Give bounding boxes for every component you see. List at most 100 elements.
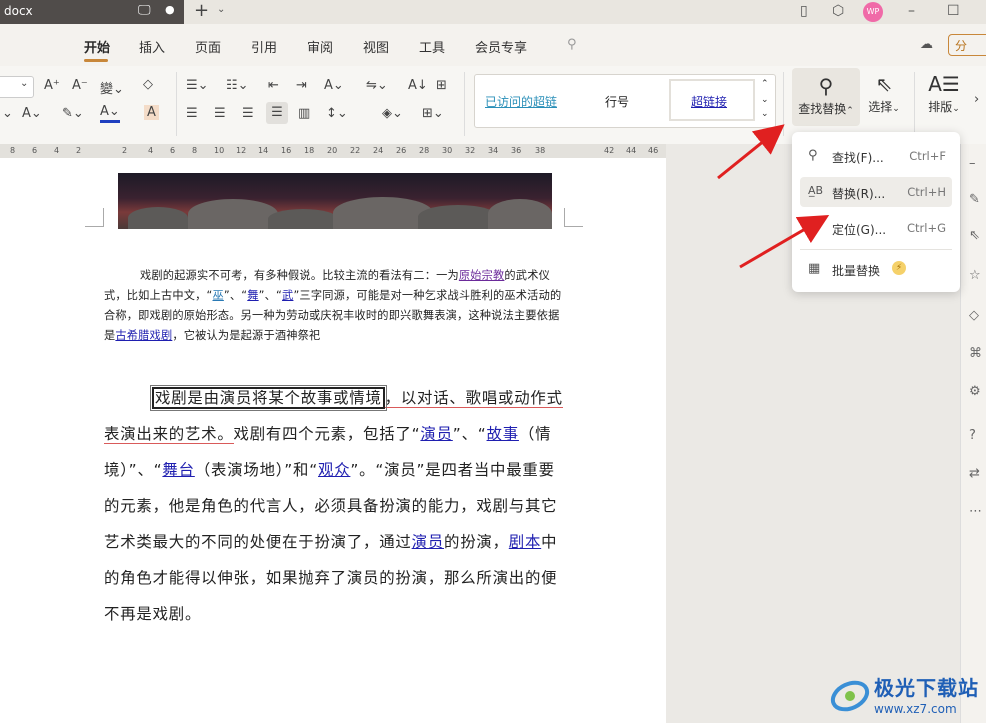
- ruler[interactable]: 8 6 4 2 2 4 6 8 10 12 14 16 18 20 22 24 26 28 30 32 34 36 38 42…: [0, 144, 666, 158]
- scroll-up-icon[interactable]: ⌃: [761, 79, 769, 89]
- cloud-icon[interactable]: ☁: [920, 37, 933, 52]
- numbered-list-icon[interactable]: ☷⌄: [226, 78, 249, 93]
- scroll-down-icon[interactable]: ⌄: [761, 95, 769, 105]
- style-gallery[interactable]: 已访问的超链 行号 超链接 ⌃ ⌄ ⌄: [474, 74, 776, 128]
- justify-icon[interactable]: ☰: [266, 102, 288, 124]
- ruler-tick: 18: [304, 146, 315, 155]
- document-tab[interactable]: docx 🖵 ●: [0, 0, 184, 24]
- highlight-icon[interactable]: ✎⌄: [62, 106, 84, 121]
- find-replace-button[interactable]: ⚲ 查找替换⌃: [792, 68, 860, 126]
- link-actor[interactable]: 演员: [420, 425, 452, 443]
- text-effect-a-icon[interactable]: A⌄: [22, 106, 42, 121]
- replace-icon: A̲B: [808, 184, 824, 197]
- increase-indent-icon[interactable]: ⇥: [296, 78, 307, 93]
- link-audience[interactable]: 观众: [318, 461, 350, 479]
- menu-item-shortcut: Ctrl+F: [909, 149, 946, 163]
- more-icon[interactable]: ⋯: [969, 504, 982, 519]
- settings-icon[interactable]: ⚙: [969, 384, 981, 399]
- link-actor-2[interactable]: 演员: [412, 533, 444, 551]
- minimize-icon[interactable]: –: [908, 3, 915, 19]
- star-icon[interactable]: ☆: [969, 268, 981, 283]
- help-icon[interactable]: ?: [969, 428, 976, 443]
- cube-icon[interactable]: ⬡: [832, 3, 844, 19]
- link-greek-drama[interactable]: 古希腊戏剧: [115, 329, 172, 342]
- shrink-font-icon[interactable]: A⁻: [72, 78, 88, 93]
- menu-item-goto[interactable]: ◌ 定位(G)... Ctrl+G: [800, 213, 952, 243]
- tab-home[interactable]: 开始: [84, 37, 110, 56]
- menu-item-find[interactable]: ⚲ 查找(F)... Ctrl+F: [800, 141, 952, 171]
- tab-reference[interactable]: 引用: [251, 37, 277, 56]
- avatar[interactable]: WP: [863, 2, 883, 22]
- chevron-down-icon[interactable]: ⌄: [217, 4, 225, 15]
- paragraph-origin[interactable]: 戏剧的起源实不可考，有多种假说。比较主流的看法有二：一为原始宗教的武术仪式，比如…: [104, 266, 564, 346]
- line-spacing-icon[interactable]: ↕⌄: [326, 106, 348, 121]
- monitor-icon[interactable]: 🖵: [138, 3, 151, 18]
- shading-icon[interactable]: ◈⌄: [382, 106, 403, 121]
- separator: [914, 72, 915, 136]
- new-tab-button[interactable]: +: [194, 0, 209, 21]
- select-button[interactable]: ⇖ 选择⌄: [864, 70, 904, 115]
- style-visited-link[interactable]: 已访问的超链: [485, 93, 557, 110]
- ruler-tick: 6: [32, 146, 38, 155]
- layout-icon[interactable]: ▯: [800, 3, 808, 19]
- text-direction-icon[interactable]: A⌄: [324, 78, 344, 93]
- share-button[interactable]: 分: [948, 34, 986, 56]
- text-effect-icon[interactable]: ⌄: [2, 106, 13, 121]
- minus-icon[interactable]: –: [969, 156, 976, 171]
- menu-item-batch-replace[interactable]: ▦ 批量替换 ⚡: [800, 254, 952, 284]
- distribute-icon[interactable]: ▥: [298, 106, 310, 121]
- tab-insert[interactable]: 插入: [139, 37, 165, 56]
- show-marks-icon[interactable]: ⊞: [436, 78, 447, 93]
- link-stage[interactable]: 舞台: [162, 461, 194, 479]
- document-image[interactable]: [118, 173, 552, 229]
- grow-font-icon[interactable]: A⁺: [44, 78, 60, 93]
- sort-icon[interactable]: ⇋⌄: [366, 78, 388, 93]
- pen-icon[interactable]: ✎: [969, 192, 980, 207]
- tab-review[interactable]: 审阅: [307, 37, 333, 56]
- maximize-icon[interactable]: ☐: [947, 3, 960, 19]
- layout-button[interactable]: A☰ 排版⌄: [924, 70, 964, 115]
- char-shading-icon[interactable]: A: [144, 105, 159, 120]
- align-right-icon[interactable]: ☰: [242, 106, 254, 121]
- ruler-tick: 36: [511, 146, 522, 155]
- paragraph-definition[interactable]: 戏剧是由演员将某个故事或情境 ，以对话、歌唱或动作式表演出来的艺术。戏剧有四个元素…: [104, 380, 566, 632]
- align-center-icon[interactable]: ☰: [214, 106, 226, 121]
- menu-item-replace[interactable]: A̲B 替换(R)... Ctrl+H: [800, 177, 952, 207]
- tab-member[interactable]: 会员专享: [475, 37, 527, 56]
- decrease-indent-icon[interactable]: ⇤: [268, 78, 279, 93]
- border-icon[interactable]: ⊞⌄: [422, 106, 444, 121]
- selected-text[interactable]: 戏剧是由演员将某个故事或情境: [150, 385, 387, 411]
- link-script[interactable]: 剧本: [509, 533, 541, 551]
- batch-replace-icon: ▦: [808, 261, 821, 276]
- tab-tools[interactable]: 工具: [419, 37, 445, 56]
- link-wu-shaman[interactable]: 巫: [212, 289, 223, 302]
- link-primitive-religion[interactable]: 原始宗教: [459, 269, 505, 282]
- link-story[interactable]: 故事: [487, 425, 519, 443]
- link-wu-martial[interactable]: 武: [282, 289, 293, 302]
- style-line-number[interactable]: 行号: [605, 93, 629, 110]
- shape-icon[interactable]: ◇: [969, 308, 979, 323]
- font-color-icon[interactable]: A⌄: [100, 104, 120, 123]
- bullet-list-icon[interactable]: ☰⌄: [186, 78, 209, 93]
- search-icon[interactable]: ⚲: [567, 37, 577, 52]
- phonetic-icon[interactable]: 變⌄: [100, 78, 124, 97]
- font-size-select[interactable]: [0, 76, 34, 98]
- ruler-tick: 4: [54, 146, 60, 155]
- align-left-icon[interactable]: ☰: [186, 106, 198, 121]
- eraser-icon[interactable]: ◇: [143, 77, 153, 92]
- unsaved-dot: ●: [165, 3, 175, 16]
- chevron-right-icon[interactable]: ›: [974, 92, 979, 107]
- link-wu-dance[interactable]: 舞: [247, 289, 258, 302]
- ruler-tick: 34: [488, 146, 499, 155]
- cursor-icon[interactable]: ⇖: [969, 228, 980, 243]
- share-icon[interactable]: ⇄: [969, 466, 980, 481]
- style-hyperlink[interactable]: 超链接: [691, 93, 727, 110]
- tab-view[interactable]: 视图: [363, 37, 389, 56]
- text-run: ”、“: [258, 289, 283, 302]
- expand-gallery-icon[interactable]: ⌄: [761, 109, 769, 119]
- tab-page[interactable]: 页面: [195, 37, 221, 56]
- find-replace-menu: ⚲ 查找(F)... Ctrl+F A̲B 替换(R)... Ctrl+H ◌ …: [792, 132, 960, 292]
- sort-az-icon[interactable]: A↓: [408, 78, 428, 93]
- ruler-tick: 28: [419, 146, 430, 155]
- tool-icon[interactable]: ⌘: [969, 346, 982, 361]
